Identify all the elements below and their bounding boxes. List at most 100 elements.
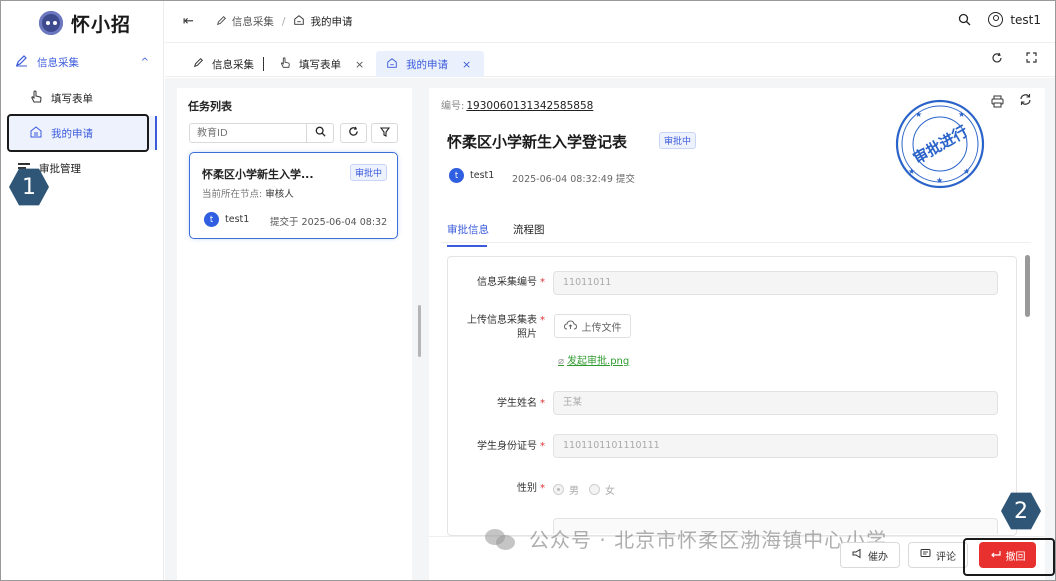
field-label: 学生姓名 * — [461, 397, 545, 411]
field-label-text: 照片 — [517, 329, 537, 340]
page-tabs: 信息采集 填写表单 × 我的申请 × — [165, 45, 1055, 77]
printer-icon[interactable] — [991, 95, 1004, 111]
user-name: test1 — [1010, 12, 1041, 27]
hand-pointer-icon — [279, 56, 291, 72]
field-label: 性别 * — [461, 482, 545, 496]
serial-value[interactable]: 1930060131342585858 — [466, 100, 593, 112]
menu-fold-icon[interactable]: ⇤ — [183, 14, 194, 29]
watermark: 公众号 · 北京市怀柔区渤海镇中心小学 — [485, 524, 887, 553]
user-name: test1 — [225, 214, 250, 225]
radio-label: 女 — [605, 486, 615, 497]
filter-icon — [379, 126, 390, 140]
document-home-icon — [293, 14, 305, 29]
task-card[interactable]: 怀柔区小学新生入学... 审批中 当前所在节点: 审核人 t test1 提交于… — [189, 152, 398, 239]
breadcrumb-item[interactable]: 信息采集 — [232, 14, 274, 29]
field-label-text: 信息采集编号 — [477, 277, 537, 288]
comment-button[interactable]: 评论 — [908, 542, 968, 568]
sidebar-item-fill-form[interactable]: 填写表单 — [9, 81, 157, 115]
sidebar: 怀小招 信息采集 ^ 填写表单 我的申请 审批管理 — [1, 1, 164, 580]
search-icon[interactable] — [958, 13, 971, 30]
comment-icon — [920, 548, 931, 562]
required-mark: * — [540, 398, 545, 409]
cloud-upload-icon — [563, 319, 577, 333]
refresh-icon[interactable] — [991, 52, 1003, 68]
filter-button[interactable] — [371, 123, 398, 143]
reload-icon[interactable] — [1019, 93, 1032, 110]
app-window: 怀小招 信息采集 ^ 填写表单 我的申请 审批管理 1 ⇤ 信息采集 / 我的申… — [0, 0, 1056, 581]
close-icon[interactable]: × — [355, 58, 364, 71]
user-name: test1 — [470, 170, 495, 181]
breadcrumb-current: 我的申请 — [310, 16, 353, 28]
watermark-text: 公众号 · 北京市怀柔区渤海镇中心小学 — [529, 528, 888, 552]
robot-logo-icon — [39, 11, 63, 35]
sidebar-item-label: 审批管理 — [39, 162, 81, 175]
required-mark: * — [540, 277, 545, 288]
student-id-field[interactable]: 1101101101110111 — [553, 434, 998, 458]
form-scrollbar[interactable] — [1025, 255, 1030, 317]
svg-text:★: ★ — [958, 110, 965, 119]
sidebar-group-label: 信息采集 — [37, 56, 79, 69]
svg-text:★: ★ — [915, 110, 922, 119]
serial-number: 编号: 1930060131342585858 — [441, 97, 593, 112]
sidebar-group-info-collect[interactable]: 信息采集 ^ — [9, 52, 157, 72]
hand-pointer-icon — [29, 89, 45, 107]
svg-text:★: ★ — [936, 176, 943, 185]
field-label-text: 学生姓名 — [497, 398, 537, 409]
field-label-text: 上传信息采集表 — [467, 315, 537, 326]
svg-text:★: ★ — [963, 167, 970, 176]
submitter: t test1 — [449, 168, 494, 183]
gender-radio-female[interactable] — [589, 484, 600, 495]
task-card-title: 怀柔区小学新生入学... — [202, 168, 314, 181]
upload-file-button[interactable]: 上传文件 — [554, 314, 631, 338]
chevron-up-icon: ^ — [140, 56, 149, 68]
required-mark: * — [540, 441, 545, 452]
app-logo[interactable]: 怀小招 — [39, 10, 131, 36]
collect-no-field[interactable]: 11011011 — [553, 271, 998, 295]
refresh-icon — [348, 126, 359, 140]
attached-file-link[interactable]: ⌀ 发起审批.png — [558, 352, 629, 367]
tab-label: 我的申请 — [406, 58, 448, 71]
search-button[interactable] — [306, 123, 334, 143]
serial-label: 编号: — [441, 101, 465, 112]
submitted-time: 提交于 2025-06-04 08:32 — [270, 217, 388, 228]
top-header: ⇤ 信息采集 / 我的申请 test1 — [165, 1, 1055, 43]
fullscreen-icon[interactable] — [1026, 52, 1037, 66]
tab-info-collect[interactable]: 信息采集 — [193, 51, 264, 77]
sidebar-item-label: 填写表单 — [51, 92, 93, 105]
tab-my-applications[interactable]: 我的申请 × — [376, 51, 484, 77]
tab-approval-info[interactable]: 审批信息 — [447, 222, 489, 247]
file-name: 发起审批.png — [567, 356, 630, 367]
approval-stamp: ★ ★ ★ ★ ★ 审批进行 — [895, 99, 985, 189]
svg-text:★: ★ — [908, 167, 915, 176]
required-mark: * — [540, 315, 545, 326]
tab-label: 信息采集 — [212, 58, 254, 71]
document-home-icon — [386, 57, 398, 72]
pen-icon — [216, 15, 227, 29]
field-label-text: 学生身份证号 — [477, 441, 537, 452]
task-search-input[interactable] — [189, 123, 307, 143]
status-badge: 审批中 — [659, 132, 697, 149]
breadcrumb-separator: / — [281, 15, 286, 28]
app-name: 怀小招 — [71, 13, 132, 36]
field-label: 学生身份证号 * — [461, 440, 545, 454]
user-icon — [988, 12, 1004, 27]
tab-flow-chart[interactable]: 流程图 — [513, 222, 545, 237]
form-title: 怀柔区小学新生入学登记表 — [447, 133, 628, 151]
tab-fill-form[interactable]: 填写表单 × — [279, 51, 364, 77]
button-label: 催办 — [868, 551, 888, 563]
button-label: 评论 — [936, 551, 956, 563]
urge-button[interactable]: 催办 — [840, 542, 900, 568]
gender-radio-group: 男 女 — [553, 482, 615, 497]
tab-label: 填写表单 — [299, 58, 341, 71]
breadcrumb: 信息采集 / 我的申请 — [216, 14, 353, 29]
close-icon[interactable]: × — [462, 58, 471, 71]
avatar: t — [449, 168, 464, 183]
refresh-button[interactable] — [340, 123, 367, 143]
student-name-field[interactable]: 王某 — [553, 391, 998, 415]
status-badge: 审批中 — [350, 164, 388, 181]
gender-radio-male[interactable] — [553, 484, 564, 495]
user-menu[interactable]: test1 — [988, 12, 1041, 27]
avatar: t — [204, 212, 219, 227]
panel-resize-handle[interactable] — [418, 305, 421, 357]
submit-time: 2025-06-04 08:32:49 提交 — [512, 174, 635, 185]
